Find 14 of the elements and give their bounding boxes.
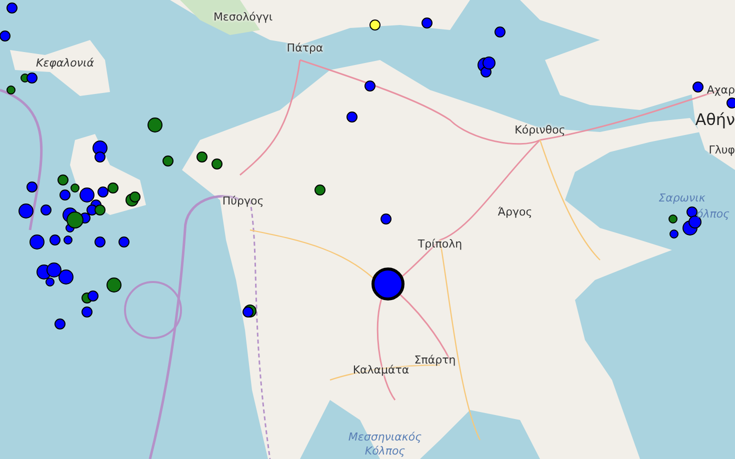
place-label: Κεφαλονιά	[36, 58, 94, 68]
sea-label: Κόλπος	[364, 446, 406, 456]
place-label: Άργος	[498, 206, 532, 218]
place-label: Πύργος	[222, 196, 264, 206]
place-label: Κόρινθος	[514, 124, 566, 136]
place-label: Πάτρα	[286, 42, 324, 54]
place-label: Μεσολόγγι	[213, 12, 273, 22]
place-label: Σπάρτη	[414, 354, 456, 366]
place-label: Αχαρ	[706, 84, 735, 96]
place-label: Γλυφ	[708, 144, 735, 156]
sea-label: Μεσσηνιακός	[348, 432, 422, 442]
place-label: Αθήν	[695, 112, 735, 128]
sea-label: όλπος	[696, 208, 730, 220]
sea-label: Σαρωνικ	[658, 192, 706, 204]
